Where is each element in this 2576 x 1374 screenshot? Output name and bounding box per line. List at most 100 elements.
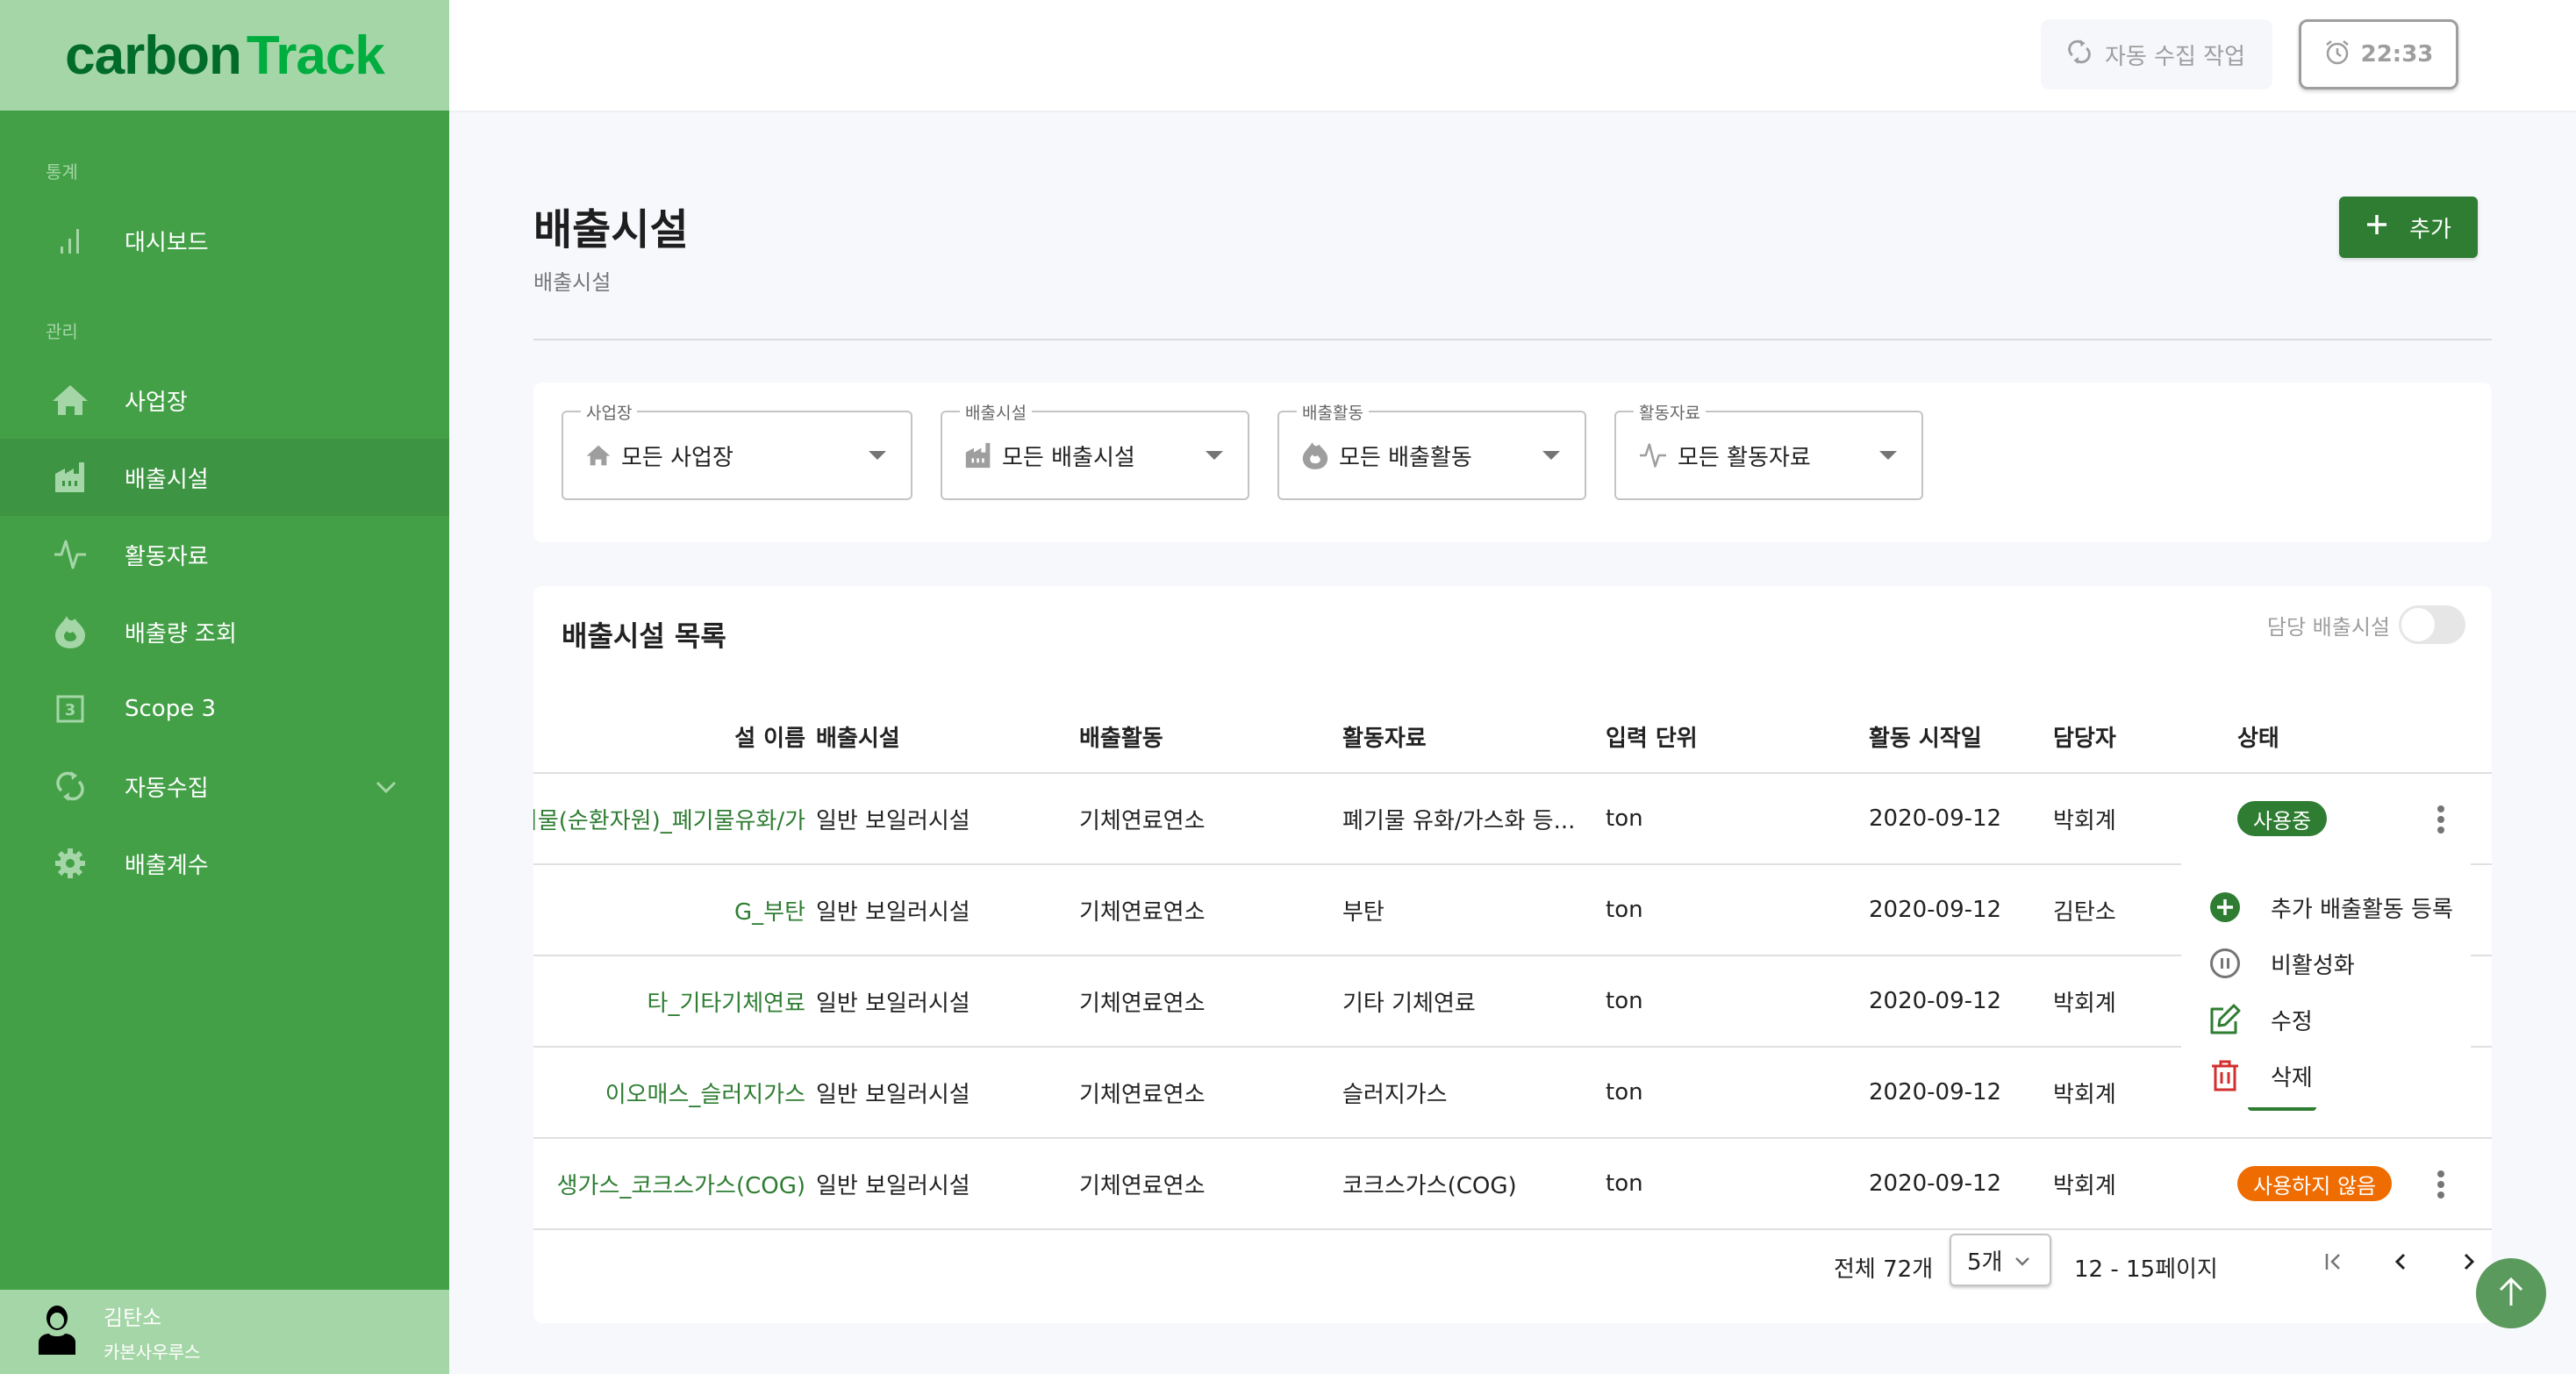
cell-start-date: 2020-09-12 (1869, 1170, 2002, 1197)
menu-item-deactivate[interactable]: 비활성화 (2181, 935, 2471, 991)
bar-chart-icon (51, 221, 89, 260)
status-badge-partial (2248, 1107, 2316, 1111)
chevron-down-icon[interactable] (376, 774, 397, 800)
cell-owner: 박회계 (2053, 990, 2116, 1017)
status-badge: 사용하지 않음 (2237, 1166, 2393, 1201)
sidebar-item-emission-factor[interactable]: 배출계수 (0, 825, 449, 902)
cell-unit: ton (1606, 988, 1643, 1014)
column-header-start-date[interactable]: 활동 시작일 (1869, 700, 1982, 772)
cell-activity-data: 코크스가스(COG) (1342, 1172, 1517, 1199)
user-name: 김탄소 (104, 1306, 162, 1330)
total-count: 전체 72개 (1834, 1256, 1934, 1283)
menu-item-label: 수정 (2271, 1008, 2313, 1035)
filter-label: 배출시설 (960, 400, 1032, 424)
sidebar-item-facility[interactable]: 배출시설 (0, 439, 449, 516)
cell-owner: 김탄소 (2053, 898, 2116, 926)
column-header-status[interactable]: 상태 (2237, 700, 2279, 772)
cell-facility: 일반 보일러시설 (816, 898, 970, 926)
table-row[interactable]: 기물(순환자원)_폐기물유화/가 일반 보일러시설 기체연료연소 폐기물 유화/가스화… (533, 774, 2492, 865)
sidebar-item-label: 활동자료 (125, 543, 209, 570)
cell-activity-data: 슬러지가스 (1342, 1081, 1448, 1108)
sidebar-item-activity-data[interactable]: 활동자료 (0, 516, 449, 593)
table-title: 배출시설 목록 (562, 619, 726, 653)
column-header-activity-data[interactable]: 활동자료 (1342, 700, 1588, 772)
facility-name-link[interactable]: 타_기타기체연료 (533, 956, 805, 1046)
first-page-button[interactable] (2318, 1246, 2350, 1277)
cell-activity: 기체연료연소 (1079, 990, 1206, 1017)
column-header-unit[interactable]: 입력 단위 (1606, 700, 1698, 772)
sync-icon (2068, 38, 2091, 72)
cell-activity: 기체연료연소 (1079, 1172, 1206, 1199)
menu-item-add-activity[interactable]: 추가 배출활동 등록 (2181, 879, 2471, 935)
column-header-facility[interactable]: 배출시설 (816, 700, 900, 772)
dropdown-arrow-icon (1206, 451, 1223, 460)
facility-filter-select[interactable]: 배출시설 모든 배출시설 (941, 400, 1249, 500)
my-facility-toggle[interactable] (2399, 605, 2465, 644)
section-label-manage: 관리 (46, 321, 78, 342)
filter-value: 모든 사업장 (621, 444, 733, 471)
facility-name-link[interactable]: 이오매스_슬러지가스 (533, 1048, 805, 1137)
row-action-menu: 추가 배출활동 등록 비활성화 수정 삭제 (2181, 862, 2471, 1093)
cell-activity-data: 기타 기체연료 (1342, 990, 1476, 1017)
add-button[interactable]: 추가 (2339, 197, 2478, 258)
cell-unit: ton (1606, 897, 1643, 923)
table-row[interactable]: 생가스_코크스가스(COG) 일반 보일러시설 기체연료연소 코크스가스(COG) to… (533, 1139, 2492, 1230)
prev-page-button[interactable] (2385, 1246, 2416, 1277)
menu-item-delete[interactable]: 삭제 (2181, 1048, 2471, 1104)
more-vert-icon[interactable] (2437, 805, 2444, 837)
column-header-name[interactable]: 설 이름 (533, 700, 805, 772)
trash-icon (2209, 1060, 2241, 1091)
sidebar-item-auto-collect[interactable]: 자동수집 (0, 748, 449, 825)
app-logo[interactable]: carbon Track (0, 0, 449, 111)
session-timer-button[interactable]: 22:33 (2299, 19, 2458, 89)
svg-text:3: 3 (65, 701, 76, 719)
pause-circle-icon (2209, 948, 2241, 979)
scroll-to-top-button[interactable] (2476, 1258, 2546, 1328)
cell-activity-data: 폐기물 유화/가스화 등... (1342, 807, 1576, 834)
sidebar-item-site[interactable]: 사업장 (0, 361, 449, 439)
section-label-stats: 통계 (46, 161, 78, 182)
cell-activity: 기체연료연소 (1079, 898, 1206, 926)
sidebar-item-emissions[interactable]: 배출량 조회 (0, 593, 449, 670)
avatar (37, 1304, 77, 1360)
cell-facility: 일반 보일러시설 (816, 990, 970, 1017)
facility-name-link[interactable]: 생가스_코크스가스(COG) (533, 1139, 805, 1228)
pulse-icon (1639, 442, 1667, 469)
facility-name-link[interactable]: 기물(순환자원)_폐기물유화/가 (533, 774, 805, 863)
sidebar-item-dashboard[interactable]: 대시보드 (0, 202, 449, 279)
cell-start-date: 2020-09-12 (1869, 897, 2002, 923)
sidebar-item-label: 배출시설 (125, 466, 209, 493)
next-page-button[interactable] (2453, 1246, 2485, 1277)
dropdown-arrow-icon (1879, 451, 1897, 460)
cell-status: 사용하지 않음 (2237, 1139, 2393, 1228)
cell-activity: 기체연료연소 (1079, 807, 1206, 834)
site-filter-select[interactable]: 사업장 모든 사업장 (562, 400, 912, 500)
sidebar-item-label: 자동수집 (125, 775, 209, 802)
header-divider (533, 339, 2492, 340)
more-vert-icon[interactable] (2437, 1170, 2444, 1202)
toggle-label: 담당 배출시설 (2266, 614, 2390, 640)
factory-icon (965, 442, 991, 469)
auto-collect-job-button[interactable]: 자동 수집 작업 (2041, 19, 2272, 89)
alarm-clock-icon (2324, 39, 2351, 71)
add-button-label: 추가 (2409, 216, 2451, 243)
facility-name-link[interactable]: G_부탄 (533, 865, 805, 955)
filter-panel: 사업장 모든 사업장 배출시설 모든 배출시설 배출활동 모든 배출활동 활동자… (533, 383, 2492, 542)
cell-unit: ton (1606, 1079, 1643, 1106)
cell-start-date: 2020-09-12 (1869, 988, 2002, 1014)
cell-unit: ton (1606, 805, 1643, 832)
column-header-activity[interactable]: 배출활동 (1079, 700, 1163, 772)
sidebar-item-label: 배출량 조회 (125, 620, 237, 648)
rows-per-page-select[interactable]: 5개 (1950, 1234, 2051, 1286)
page-title: 배출시설 (533, 205, 689, 254)
activity-data-filter-select[interactable]: 활동자료 모든 활동자료 (1614, 400, 1923, 500)
sidebar-item-scope3[interactable]: 3 Scope 3 (0, 670, 449, 748)
sidebar-user-profile[interactable]: 김탄소 카본사우루스 (0, 1290, 449, 1374)
emission-activity-filter-select[interactable]: 배출활동 모든 배출활동 (1277, 400, 1586, 500)
filter-value: 모든 배출활동 (1339, 444, 1472, 471)
my-facility-toggle-group: 담당 배출시설 (2267, 605, 2465, 644)
menu-item-edit[interactable]: 수정 (2181, 991, 2471, 1048)
fire-icon (51, 612, 89, 651)
column-header-owner[interactable]: 담당자 (2053, 700, 2116, 772)
menu-item-label: 비활성화 (2271, 952, 2355, 979)
